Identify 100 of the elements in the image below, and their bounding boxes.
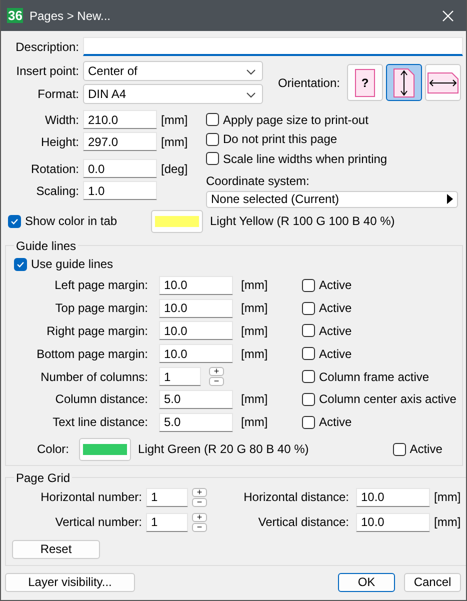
checkbox[interactable] [302,302,315,315]
unit-label: [mm] [161,134,188,148]
checkbox-label: Active [319,278,352,292]
increment-button[interactable]: + [192,512,207,522]
decrement-button[interactable]: − [192,498,207,507]
dropdown[interactable]: Center of [83,61,263,81]
cancel-button[interactable]: Cancel [404,572,461,592]
unit-label: [deg] [161,162,188,176]
input-field[interactable]: 10.0 [356,488,430,507]
group-title: Page Grid [15,470,72,485]
decrement-button[interactable]: − [192,522,207,532]
input-field[interactable]: 1.0 [83,181,157,200]
checkbox-label: Show color in tab [25,214,118,228]
description-label: Description: [14,40,79,54]
checkbox-label: Column center axis active [319,392,456,406]
checkbox[interactable] [302,416,315,429]
checkbox[interactable] [302,370,315,384]
checkbox-label: Column frame active [319,370,430,384]
checkbox[interactable] [302,324,315,338]
checkbox[interactable] [302,347,315,360]
unit-label: [mm] [241,346,269,361]
field-label: Vertical distance: [257,515,350,530]
color-label: Color: [37,442,70,456]
input-field[interactable]: 10.0 [159,298,233,318]
field-label: Top page margin: [54,301,149,316]
field-label: Format: [36,87,80,101]
landscape-page-icon [427,72,459,94]
checkbox[interactable] [302,392,315,406]
ok-button[interactable]: OK [338,572,395,592]
checkbox[interactable] [14,258,27,271]
checkbox-label: Active [319,324,352,338]
color-name: Light Yellow (R 100 G 100 B 40 %) [210,214,395,228]
color-name: Light Green (R 20 G 80 B 40 %) [138,442,310,456]
field-label: Left page margin: [54,278,149,292]
checkbox[interactable] [206,132,219,146]
input-field[interactable]: 10.0 [159,276,233,295]
number-field[interactable]: 1 [159,367,201,386]
unit-label: [mm] [241,301,269,316]
chevron-down-icon [246,69,256,75]
number-field[interactable]: 1 [146,488,188,507]
field-label: Right page margin: [46,324,149,338]
checkbox[interactable] [8,214,21,228]
color-button[interactable] [151,210,203,232]
checkbox[interactable] [206,152,219,166]
field-label: Vertical number: [54,515,143,530]
window-title: Pages > New... [29,8,112,22]
input-field[interactable]: 10.0 [159,344,233,364]
checkbox-label: Active [319,301,352,316]
input-field[interactable]: 210.0 [83,110,157,129]
checkbox[interactable] [302,278,315,292]
input-field[interactable]: 297.0 [83,132,157,151]
checkbox[interactable] [206,113,219,126]
checkbox[interactable] [392,442,406,456]
unit-label: [mm] [241,324,269,338]
unit-label: [mm] [241,415,269,430]
chevron-down-icon [246,92,256,98]
dropdown[interactable]: DIN A4 [83,84,263,104]
checkbox-label: Active [319,415,352,430]
input-field[interactable]: 0.0 [83,159,157,178]
field-label: Horizontal number: [40,490,143,504]
color-button[interactable] [79,438,132,461]
increment-button[interactable]: + [209,367,224,376]
unit-label: [mm] [434,490,461,504]
checkbox-label: Active [410,442,442,456]
checkbox-label: Do not print this page [223,132,338,146]
orientation-button[interactable] [386,64,422,101]
number-field[interactable]: 1 [146,512,188,532]
unit-label: [mm] [434,515,461,530]
input-field[interactable]: 5.0 [159,412,233,432]
orientation-label: Orientation: [278,76,340,90]
input-field[interactable]: 10.0 [159,321,233,340]
field-label: Insert point: [15,64,80,78]
checkbox-label: Active [319,346,352,361]
checkbox-label: Use guide lines [31,257,114,272]
checkbox-label: Scale line widths when printing [223,152,388,166]
orientation-button[interactable]: ? [347,64,383,101]
input-field[interactable]: 10.0 [356,512,430,532]
increment-button[interactable]: + [192,488,207,497]
field-label: Scaling: [35,184,80,198]
triangle-right-icon [447,194,453,204]
field-label: Number of columns: [40,370,149,384]
input-field[interactable]: 5.0 [159,390,233,409]
field-label: Rotation: [30,162,80,176]
reset-button[interactable]: Reset [12,540,100,559]
close-icon[interactable] [442,10,454,22]
field-label: Height: [40,134,80,148]
description-field[interactable] [83,37,463,56]
field-label: Bottom page margin: [36,346,149,361]
portrait-page-icon [393,68,415,98]
checkbox-label: Apply page size to print-out [223,112,368,127]
unit-label: [mm] [241,278,269,292]
app-logo: 36 [7,8,24,23]
group-title: Guide lines [15,238,78,252]
unit-label: [mm] [161,112,188,126]
field-label: Column distance: [54,392,149,406]
decrement-button[interactable]: − [209,377,224,386]
coordinate-system-dropdown[interactable]: None selected (Current) [206,190,458,208]
field-label: Horizontal distance: [242,490,350,504]
layer-visibility-button[interactable]: Layer visibility... [5,572,135,592]
field-label: Text line distance: [52,415,149,430]
